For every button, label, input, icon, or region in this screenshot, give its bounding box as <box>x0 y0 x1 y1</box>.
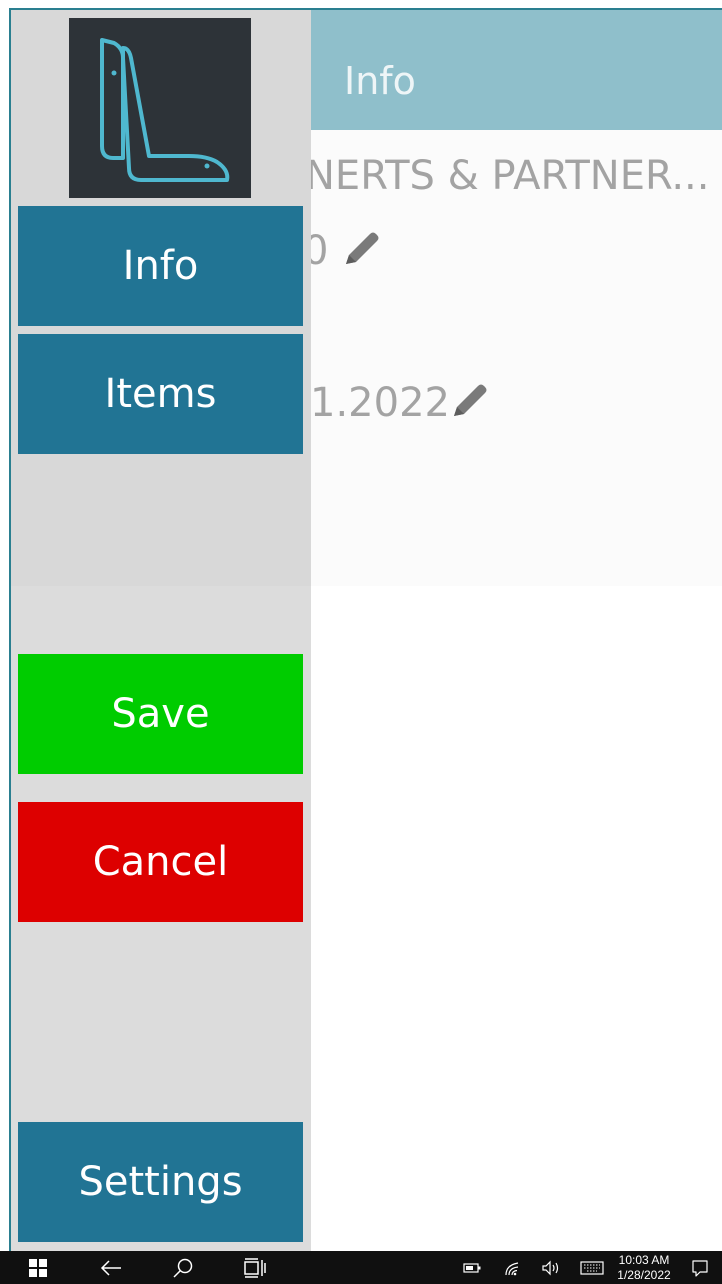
save-button[interactable]: Save <box>18 654 303 774</box>
clock-time: 10:03 AM <box>618 1253 670 1267</box>
date-value-text: 1.2022 <box>310 380 450 426</box>
search-icon[interactable] <box>170 1251 196 1284</box>
page-title: Info <box>344 59 416 103</box>
info-nav-button[interactable]: Info <box>18 206 303 326</box>
battery-icon[interactable] <box>462 1251 482 1284</box>
items-nav-button[interactable]: Items <box>18 334 303 454</box>
app-logo <box>69 18 251 198</box>
pencil-icon[interactable] <box>448 380 490 420</box>
info-nav-label: Info <box>122 243 199 289</box>
taskbar-clock[interactable]: 10:03 AM 1/28/2022 <box>612 1253 676 1283</box>
volume-icon[interactable] <box>540 1251 562 1284</box>
keyboard-icon[interactable] <box>579 1251 605 1284</box>
clock-date: 1/28/2022 <box>617 1268 671 1282</box>
back-arrow-icon[interactable] <box>98 1251 124 1284</box>
settings-nav-button[interactable]: Settings <box>18 1122 303 1242</box>
company-name-text: NERTS & PARTNER... <box>305 153 710 199</box>
settings-nav-label: Settings <box>78 1159 243 1205</box>
save-label: Save <box>111 691 210 737</box>
notification-icon[interactable] <box>688 1251 712 1284</box>
navigation-pane: Info Items Save Cancel Settings <box>11 10 311 1251</box>
cancel-label: Cancel <box>92 839 229 885</box>
app-window: Info NERTS & PARTNER... 0 1.2022 Info It… <box>0 0 722 1251</box>
windows-taskbar: 10:03 AM 1/28/2022 <box>0 1251 722 1284</box>
window-border-left <box>9 8 11 1251</box>
items-nav-label: Items <box>104 371 217 417</box>
logo-l-icon <box>100 38 230 182</box>
cancel-button[interactable]: Cancel <box>18 802 303 922</box>
wifi-icon[interactable] <box>503 1251 523 1284</box>
window-border-top <box>9 8 722 10</box>
pencil-icon[interactable] <box>340 228 382 268</box>
task-view-icon[interactable] <box>242 1251 268 1284</box>
windows-start-icon[interactable] <box>26 1251 50 1284</box>
